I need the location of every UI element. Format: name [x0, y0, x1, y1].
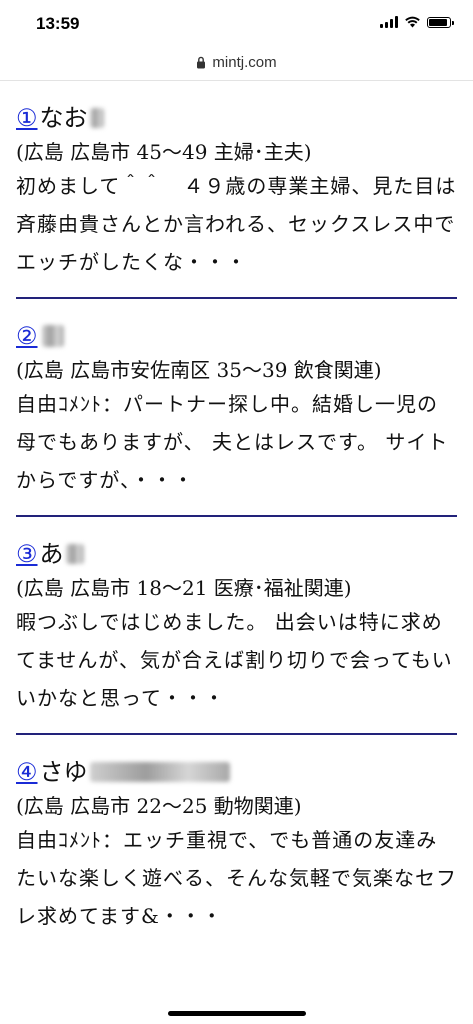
profile-name: さゆ [39, 758, 88, 786]
profile-name-line: ① なお [16, 101, 457, 135]
blurred-name-mask [65, 544, 84, 564]
status-time: 13:59 [36, 14, 80, 33]
profile-entry: ③ あ (広島 広島市 18〜21 医療･福祉関連) 暇つぶしではじめました。 … [16, 517, 457, 735]
battery-icon [427, 16, 454, 28]
profile-meta: (広島 広島市安佐南区 35〜39 飲食関連) [16, 358, 382, 382]
profile-link[interactable]: ③ [16, 537, 38, 571]
profile-message: 自由ｺﾒﾝﾄ：エッチ重視で、でも普通の友達みたいな楽しく遊べる、そんな気軽で気楽… [16, 828, 457, 928]
blurred-name-mask [89, 108, 104, 128]
signal-icon [380, 16, 398, 28]
blurred-name-mask [41, 325, 64, 347]
profile-entry: ① なお (広島 広島市 45〜49 主婦･主夫) 初めまして＾＾ ４９歳の専業… [16, 81, 457, 299]
profile-entry: ④ さゆ (広島 広島市 22〜25 動物関連) 自由ｺﾒﾝﾄ：エッチ重視で、で… [16, 735, 457, 951]
profile-name-line: ② [16, 319, 457, 353]
blurred-name-mask [89, 762, 230, 782]
profile-link[interactable]: ① [16, 101, 38, 135]
profile-name-line: ③ あ [16, 537, 457, 571]
profile-link[interactable]: ④ [16, 755, 38, 789]
home-indicator[interactable] [167, 1011, 306, 1016]
profile-message: 暇つぶしではじめました。 出会いは特に求めてませんが、気が合えば割り切りで会って… [16, 610, 453, 710]
profile-entry: ② (広島 広島市安佐南区 35〜39 飲食関連) 自由ｺﾒﾝﾄ：パートナー探し… [16, 299, 457, 517]
profile-list: ① なお (広島 広島市 45〜49 主婦･主夫) 初めまして＾＾ ４９歳の専業… [0, 81, 473, 951]
profile-message: 初めまして＾＾ ４９歳の専業主婦、見た目は斉藤由貴さんとか言われる、セックスレス… [16, 174, 457, 274]
status-bar: 13:59 [0, 0, 473, 44]
profile-name: あ [39, 540, 64, 568]
address-bar[interactable]: mintj.com [0, 44, 473, 81]
profile-name-line: ④ さゆ [16, 755, 457, 789]
url-text: mintj.com [212, 53, 277, 71]
profile-message: 自由ｺﾒﾝﾄ：パートナー探し中。結婚し一児の母でもありますが、 夫とはレスです。… [16, 392, 449, 492]
profile-meta: (広島 広島市 18〜21 医療･福祉関連) [16, 576, 352, 600]
profile-name: なお [39, 104, 88, 132]
status-icons [380, 16, 454, 28]
wifi-icon [405, 16, 420, 28]
lock-icon [197, 56, 206, 68]
profile-link[interactable]: ② [16, 319, 38, 353]
profile-meta: (広島 広島市 22〜25 動物関連) [16, 794, 302, 818]
profile-meta: (広島 広島市 45〜49 主婦･主夫) [16, 140, 312, 164]
